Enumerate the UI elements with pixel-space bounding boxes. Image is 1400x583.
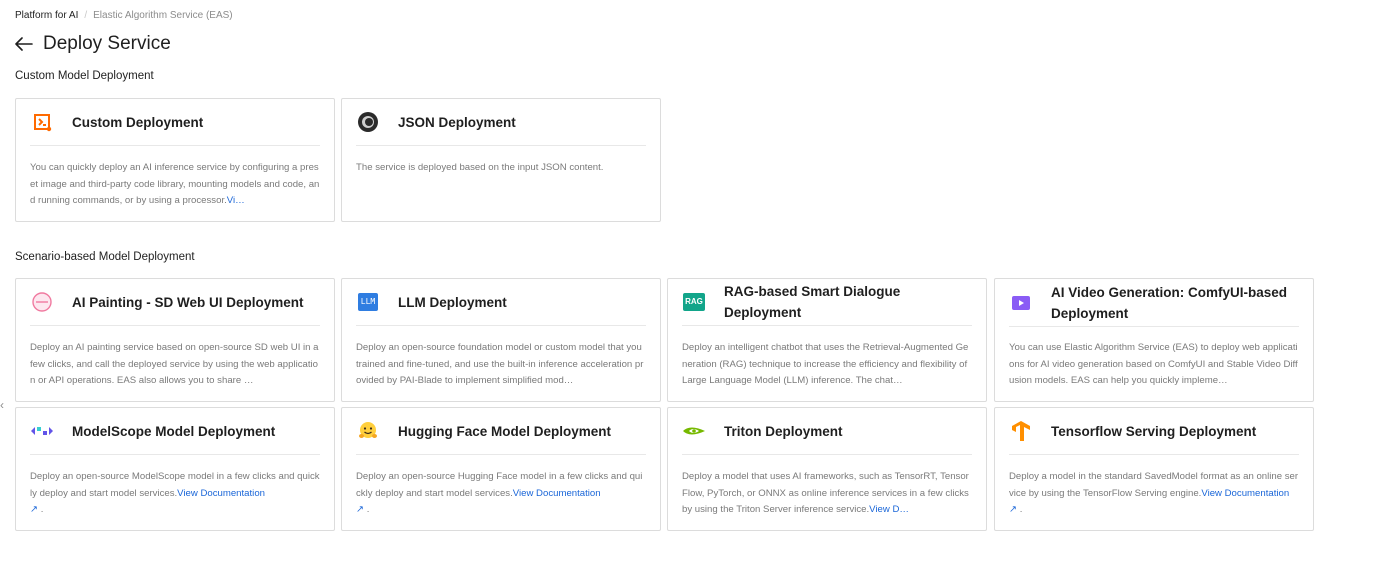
llm-icon: LLM (356, 290, 380, 314)
card-header: AI Painting - SD Web UI Deployment (30, 279, 320, 326)
breadcrumb: Platform for AI / Elastic Algorithm Serv… (15, 10, 233, 21)
card-hugging-face-deployment[interactable]: Hugging Face Model Deployment Deploy an … (341, 407, 661, 531)
card-triton-deployment[interactable]: Triton Deployment Deploy a model that us… (667, 407, 987, 531)
card-desc-tail: . (40, 504, 44, 515)
card-title: Triton Deployment (724, 423, 843, 439)
back-arrow-icon[interactable] (15, 34, 35, 54)
chevron-left-icon[interactable]: ‹ (0, 398, 8, 414)
nvidia-icon (682, 419, 706, 443)
card-description: Deploy a model in the standard SavedMode… (1009, 469, 1299, 519)
card-description: You can quickly deploy an AI inference s… (30, 160, 320, 210)
card-tensorflow-serving[interactable]: Tensorflow Serving Deployment Deploy a m… (994, 407, 1314, 531)
view-documentation-link[interactable]: Vi… (227, 195, 245, 206)
page-title: Deploy Service (43, 33, 171, 54)
card-title: AI Video Generation: ComfyUI-based Deplo… (1051, 284, 1288, 321)
card-desc-text: You can quickly deploy an AI inference s… (30, 162, 320, 206)
rag-icon: RAG (682, 290, 706, 314)
breadcrumb-current: Elastic Algorithm Service (EAS) (93, 10, 233, 21)
card-header: AI Video Generation: ComfyUI-based Deplo… (1009, 279, 1299, 327)
card-title: Hugging Face Model Deployment (398, 423, 612, 439)
section-title-scenario: Scenario-based Model Deployment (15, 251, 195, 263)
card-description: Deploy a model that uses AI frameworks, … (682, 469, 972, 519)
section-title-custom: Custom Model Deployment (15, 70, 154, 82)
hugging-face-icon (356, 419, 380, 443)
card-header: LLM LLM Deployment (356, 279, 646, 326)
view-documentation-link[interactable]: View D… (869, 504, 909, 515)
card-custom-deployment[interactable]: Custom Deployment You can quickly deploy… (15, 98, 335, 222)
card-ai-painting[interactable]: AI Painting - SD Web UI Deployment Deplo… (15, 278, 335, 402)
card-description: You can use Elastic Algorithm Service (E… (1009, 342, 1298, 386)
card-description: Deploy an open-source Hugging Face model… (356, 469, 646, 519)
rag-badge: RAG (683, 293, 705, 311)
card-title: JSON Deployment (398, 114, 516, 130)
card-header: Hugging Face Model Deployment (356, 408, 646, 455)
card-description: Deploy an AI painting service based on o… (30, 342, 319, 386)
card-description: Deploy an open-source foundation model o… (356, 342, 644, 386)
card-title: Custom Deployment (72, 114, 204, 130)
card-json-deployment[interactable]: JSON Deployment The service is deployed … (341, 98, 661, 222)
card-header: Custom Deployment (30, 99, 320, 146)
external-link-icon[interactable]: ↗ (30, 504, 38, 515)
card-desc-tail: . (366, 504, 370, 515)
card-title: RAG-based Smart Dialogue Deployment (724, 284, 901, 320)
card-desc-text: Deploy a model that uses AI frameworks, … (682, 471, 969, 515)
card-ai-video-generation[interactable]: AI Video Generation: ComfyUI-based Deplo… (994, 278, 1314, 402)
palette-icon (30, 290, 54, 314)
breadcrumb-separator: / (84, 10, 88, 21)
json-icon (356, 110, 380, 134)
view-documentation-link[interactable]: View Documentation (1201, 488, 1289, 499)
page-header: Deploy Service (15, 33, 171, 55)
card-description: The service is deployed based on the inp… (356, 162, 604, 173)
view-documentation-link[interactable]: View Documentation (177, 488, 265, 499)
card-title: Tensorflow Serving Deployment (1051, 423, 1257, 439)
external-link-icon[interactable]: ↗ (356, 504, 364, 515)
breadcrumb-root[interactable]: Platform for AI (15, 10, 78, 21)
modelscope-icon (30, 419, 54, 443)
tensorflow-icon (1009, 419, 1033, 443)
card-title: LLM Deployment (398, 294, 507, 310)
card-rag-deployment[interactable]: RAG RAG-based Smart Dialogue Deployment … (667, 278, 987, 402)
card-header: ModelScope Model Deployment (30, 408, 320, 455)
card-description: Deploy an intelligent chatbot that uses … (682, 342, 969, 386)
external-link-icon[interactable]: ↗ (1009, 504, 1017, 515)
card-desc-text: Deploy an open-source ModelScope model i… (30, 471, 320, 499)
card-title: AI Painting - SD Web UI Deployment (72, 294, 304, 310)
card-modelscope-deployment[interactable]: ModelScope Model Deployment Deploy an op… (15, 407, 335, 531)
card-llm-deployment[interactable]: LLM LLM Deployment Deploy an open-source… (341, 278, 661, 402)
card-header: JSON Deployment (356, 99, 646, 146)
video-icon (1009, 291, 1033, 315)
llm-badge: LLM (358, 293, 378, 311)
card-header: Triton Deployment (682, 408, 972, 455)
view-documentation-link[interactable]: View Documentation (513, 488, 601, 499)
card-header: RAG RAG-based Smart Dialogue Deployment (682, 279, 972, 326)
card-description: Deploy an open-source ModelScope model i… (30, 469, 320, 519)
custom-deploy-icon (30, 110, 54, 134)
card-title: ModelScope Model Deployment (72, 423, 276, 439)
card-header: Tensorflow Serving Deployment (1009, 408, 1299, 455)
card-desc-tail: . (1019, 504, 1023, 515)
